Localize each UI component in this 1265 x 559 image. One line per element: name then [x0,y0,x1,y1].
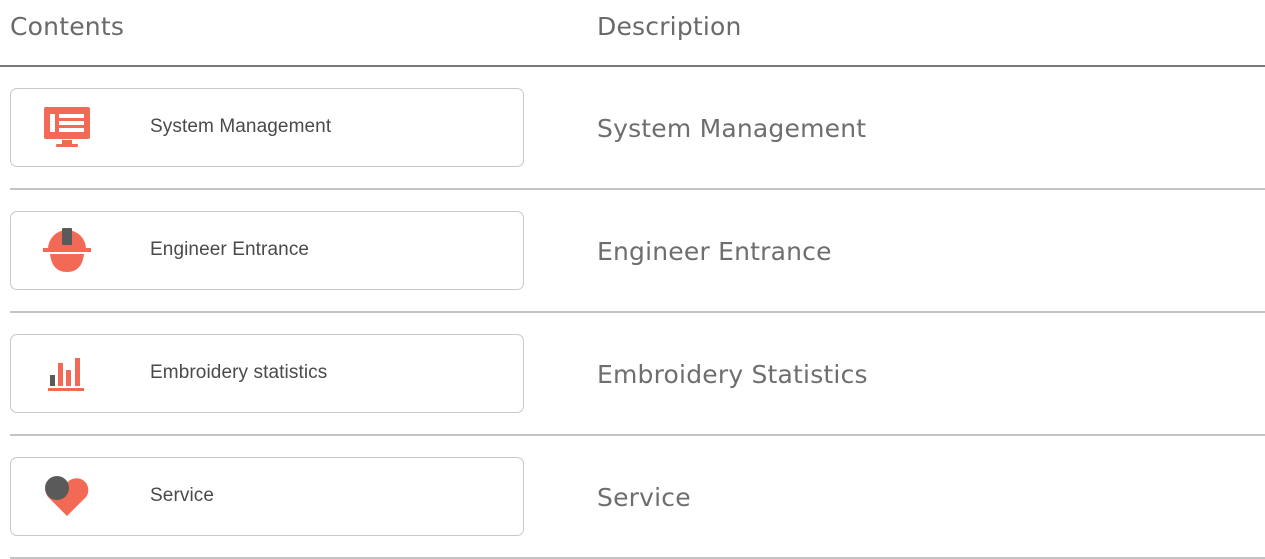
service-button[interactable]: Service [10,457,524,536]
hard-hat-icon [41,226,93,274]
monitor-list-icon [41,103,93,151]
engineer-entrance-label: Engineer Entrance [150,239,310,260]
table-header: Contents Description [0,0,1265,67]
heart-service-icon [41,472,93,520]
embroidery-statistics-label: Embroidery statistics [150,362,328,383]
engineer-entrance-description: Engineer Entrance [597,237,832,266]
description-column-title: Description [597,12,742,41]
table-row-embroidery-statistics: Embroidery statistics Embroidery Statist… [0,313,1265,436]
system-management-label: System Management [150,116,332,137]
embroidery-statistics-button[interactable]: Embroidery statistics [10,334,524,413]
embroidery-statistics-description: Embroidery Statistics [597,360,868,389]
system-management-button[interactable]: System Management [10,88,524,167]
contents-column-title: Contents [10,12,125,41]
service-description: Service [597,483,691,512]
table-row-engineer-entrance: Engineer Entrance Engineer Entrance [0,190,1265,313]
bar-chart-icon [41,349,93,397]
service-label: Service [150,485,215,506]
system-management-description: System Management [597,114,867,143]
table-row-service: Service Service [0,436,1265,559]
engineer-entrance-button[interactable]: Engineer Entrance [10,211,524,290]
table-row-system-management: System Management System Management [0,67,1265,190]
